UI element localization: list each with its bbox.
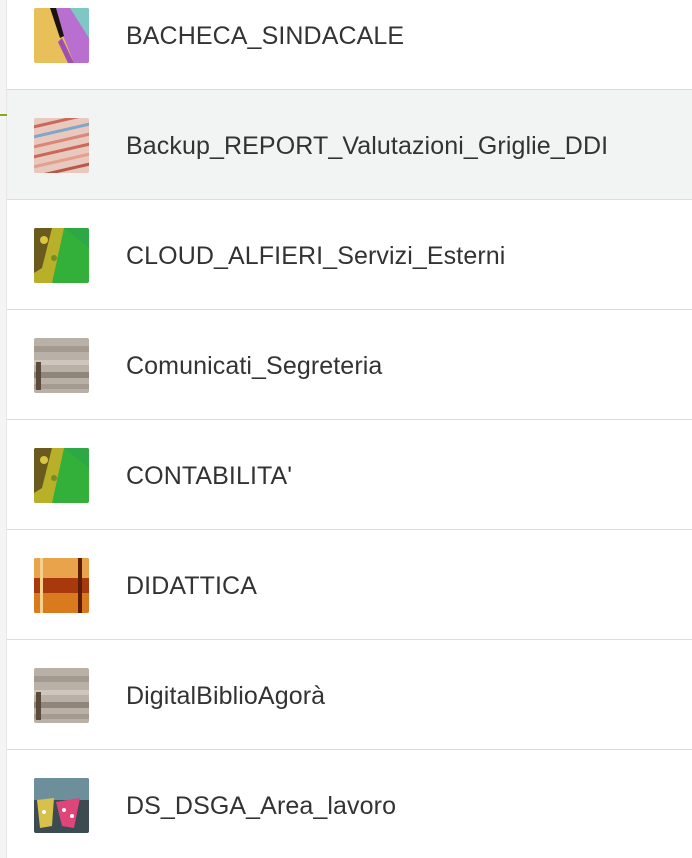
folder-name: DS_DSGA_Area_lavoro [126,792,397,820]
folder-name: BACHECA_SINDACALE [126,22,405,50]
folder-name: CLOUD_ALFIERI_Servizi_Esterni [126,242,506,270]
folder-row-bacheca-sindacale[interactable]: BACHECA_SINDACALE [7,0,692,90]
rail-accent-line [0,114,7,116]
abstract-pink-yellow-thumb-icon [34,8,89,63]
green-yellow-texture-thumb-icon [34,448,89,503]
folder-list-page: BACHECA_SINDACALE Backup_REPORT_Valutazi… [0,0,692,858]
wood-texture-thumb-icon [34,668,89,723]
amber-glass-thumb-icon [34,558,89,613]
folder-row-contabilita[interactable]: CONTABILITA' [7,420,692,530]
folder-row-cloud-alfieri[interactable]: CLOUD_ALFIERI_Servizi_Esterni [7,200,692,310]
folder-row-digitalbiblioagora[interactable]: DigitalBiblioAgorà [7,640,692,750]
folder-name: Backup_REPORT_Valutazioni_Griglie_DDI [126,132,609,160]
folder-name: DigitalBiblioAgorà [126,682,326,710]
folder-row-comunicati-segreteria[interactable]: Comunicati_Segreteria [7,310,692,420]
folder-row-backup-report[interactable]: Backup_REPORT_Valutazioni_Griglie_DDI [7,90,692,200]
folder-name: Comunicati_Segreteria [126,352,383,380]
folder-row-didattica[interactable]: DIDATTICA [7,530,692,640]
left-rail [0,0,7,858]
folder-name: DIDATTICA [126,572,257,600]
pink-flags-thumb-icon [34,778,89,833]
folder-list: BACHECA_SINDACALE Backup_REPORT_Valutazi… [7,0,692,858]
wood-texture-thumb-icon [34,338,89,393]
pastel-stripes-thumb-icon [34,118,89,173]
green-yellow-texture-thumb-icon [34,228,89,283]
folder-row-ds-dsga[interactable]: DS_DSGA_Area_lavoro [7,750,692,858]
folder-name: CONTABILITA' [126,462,293,490]
